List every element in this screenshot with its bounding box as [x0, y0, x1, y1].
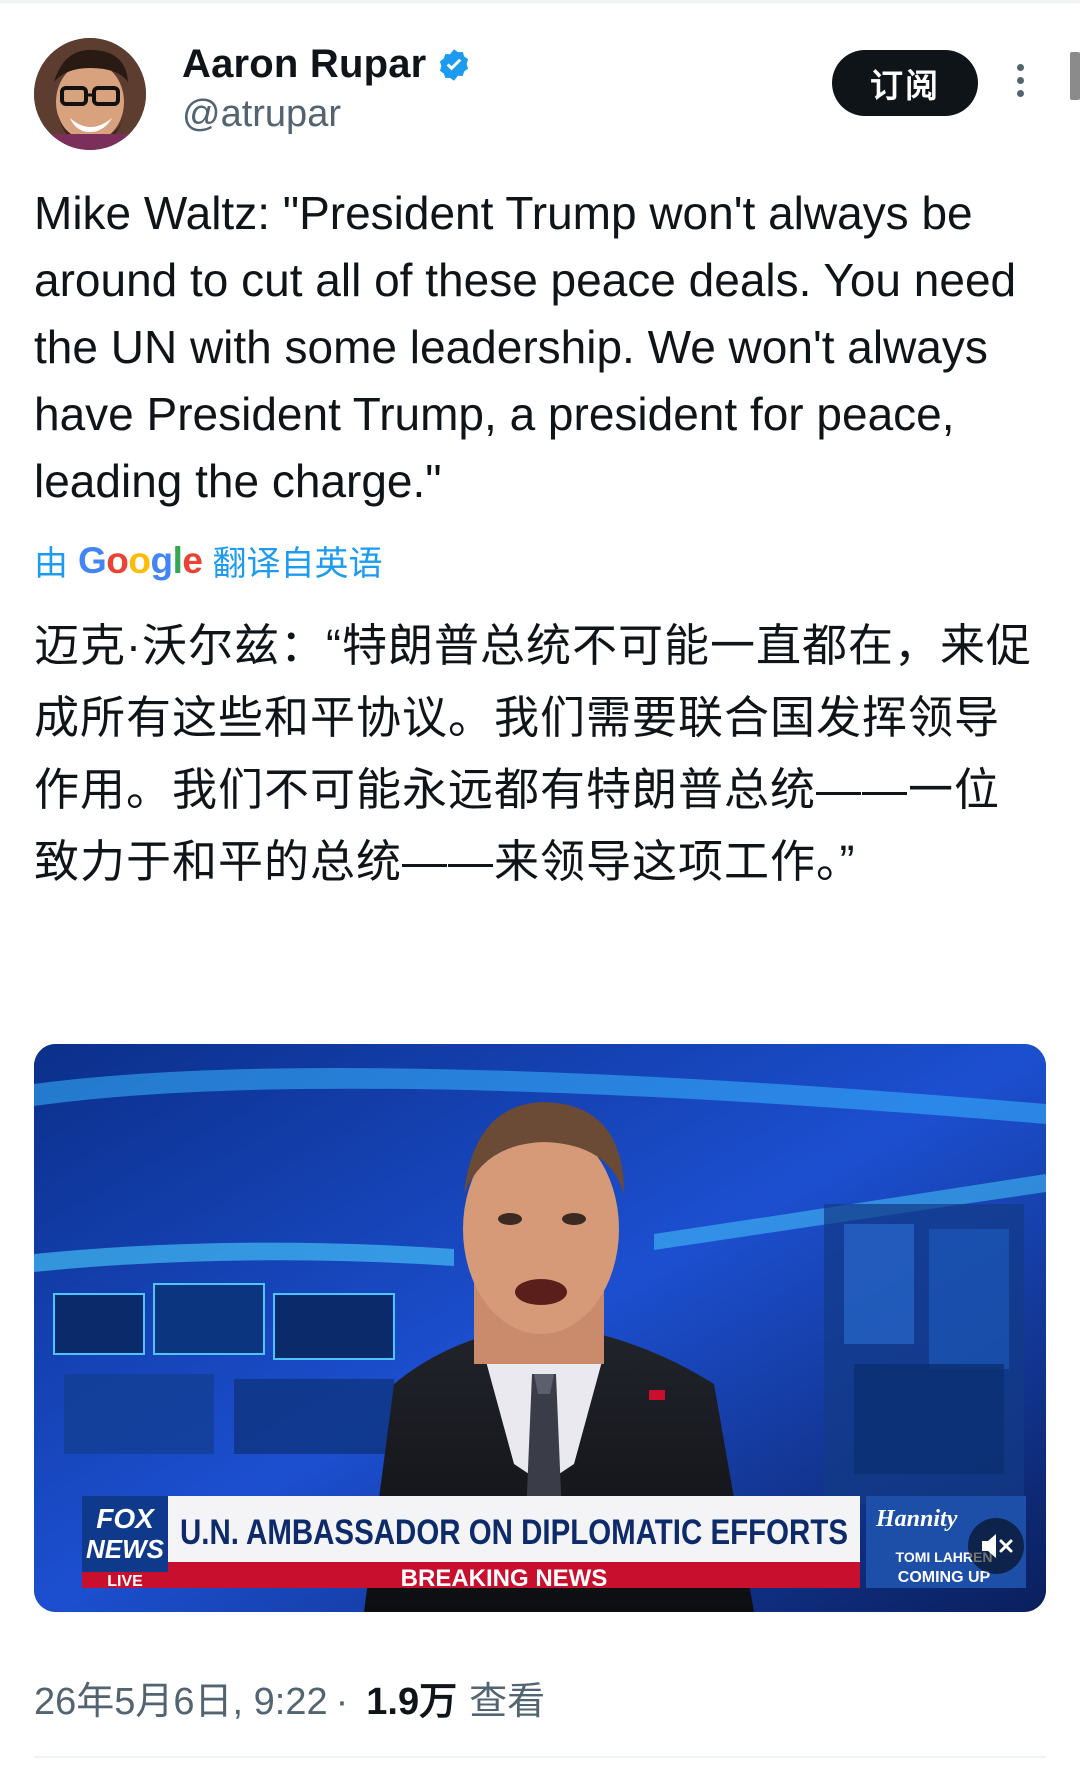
author-name[interactable]: Aaron Rupar: [182, 42, 426, 87]
view-count: 1.9万: [366, 1681, 458, 1723]
promo-show: Hannity: [875, 1506, 958, 1532]
video-frame: FOX NEWS LIVE U.N. AMBASSADOR ON DIPLOMA…: [34, 1044, 1046, 1612]
google-logo: Google: [78, 539, 203, 581]
meta-separator: ·: [335, 1681, 349, 1723]
more-vertical-icon[interactable]: [1014, 64, 1026, 104]
subscribe-button[interactable]: 订阅: [832, 50, 978, 116]
author-block[interactable]: Aaron Rupar @atrupar: [182, 42, 472, 136]
post-meta: 26年5月6日, 9:22 · 1.9万 查看: [34, 1670, 545, 1725]
bottom-divider: [34, 1756, 1046, 1758]
post-text-original: Mike Waltz: "President Trump won't alway…: [34, 187, 1017, 507]
avatar[interactable]: [34, 38, 146, 150]
breaking-banner: BREAKING NEWS: [401, 1565, 608, 1592]
top-divider: [0, 0, 1080, 3]
network-logo-line2: NEWS: [86, 1534, 165, 1564]
scrollbar-thumb[interactable]: [1070, 52, 1080, 100]
translation-suffix: 翻译自英语: [212, 545, 383, 583]
video-headline: U.N. AMBASSADOR ON DIPLOMATIC EFFORTS: [180, 1513, 848, 1552]
post-timestamp[interactable]: 26年5月6日, 9:22: [34, 1670, 328, 1725]
translation-prefix: 由: [34, 545, 68, 583]
translation-attribution[interactable]: 由 Google 翻译自英语: [34, 536, 382, 585]
view-count-label: 查看: [469, 1681, 546, 1723]
video-player[interactable]: FOX NEWS LIVE U.N. AMBASSADOR ON DIPLOMA…: [34, 1044, 1046, 1612]
mute-icon[interactable]: [968, 1518, 1024, 1574]
network-logo-line1: FOX: [96, 1503, 156, 1534]
network-logo-line3: LIVE: [107, 1573, 143, 1590]
verified-badge-icon: [440, 48, 469, 81]
author-handle[interactable]: @atrupar: [182, 93, 472, 136]
post-text-translated: 迈克·沃尔兹：“特朗普总统不可能一直都在，来促成所有这些和平协议。我们需要联合国…: [34, 620, 1032, 887]
